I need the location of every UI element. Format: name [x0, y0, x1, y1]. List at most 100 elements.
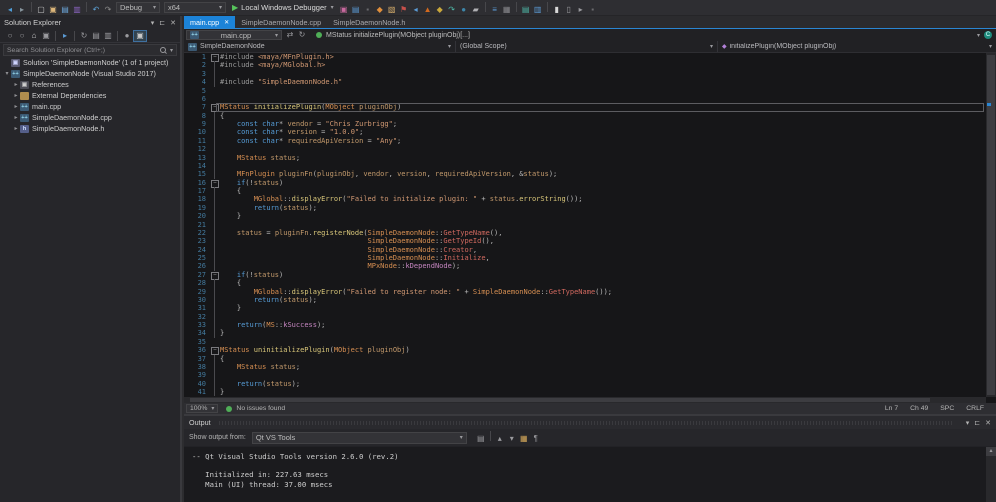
outline-icon[interactable]: ≡ — [489, 5, 501, 15]
tree-item-External Dependencies[interactable]: ▸External Dependencies — [0, 90, 180, 101]
spaces-indicator[interactable]: SPC — [940, 405, 954, 412]
snippet-icon[interactable]: ◆ — [434, 5, 446, 15]
code-line-29[interactable]: 29 MGlobal::displayError("Failed to regi… — [184, 288, 986, 296]
next-message-icon[interactable]: ▾ — [506, 434, 518, 444]
code-line-10[interactable]: 10 const char* version = "1.0.0"; — [184, 128, 986, 136]
expander-icon[interactable]: ▸ — [12, 81, 20, 88]
navigate-backward-icon[interactable]: ◂ — [4, 5, 16, 15]
project-dropdown[interactable]: ++ SimpleDaemonNode ▾ — [184, 41, 456, 52]
compare-icon[interactable]: ▤ — [520, 5, 532, 15]
code-line-22[interactable]: 22 status = pluginFn.registerNode(Simple… — [184, 229, 986, 237]
code-line-26[interactable]: 26 MPxNode::kDependNode); — [184, 262, 986, 270]
pen-icon[interactable]: ▰ — [470, 5, 482, 15]
scroll-up-icon[interactable]: ▴ — [986, 447, 996, 456]
code-line-39[interactable]: 39 — [184, 371, 986, 379]
preview-icon[interactable]: ▤ — [350, 5, 362, 15]
pin-icon[interactable]: ⊏ — [974, 419, 980, 427]
code-line-11[interactable]: 11 const char* requiredApiVersion = "Any… — [184, 137, 986, 145]
tab-main.cpp[interactable]: main.cpp✕ — [184, 16, 235, 28]
previous-message-icon[interactable]: ▴ — [494, 434, 506, 444]
code-line-25[interactable]: 25 SimpleDaemonNode::Initialize, — [184, 254, 986, 262]
output-source-dropdown[interactable]: Qt VS Tools ▾ — [252, 432, 467, 444]
vertical-scrollbar[interactable] — [986, 53, 996, 397]
bookmark-icon[interactable]: ▮ — [551, 5, 563, 15]
tab-SimpleDaemonNode.h[interactable]: SimpleDaemonNode.h — [327, 16, 411, 28]
code-line-30[interactable]: 30 return(status); — [184, 296, 986, 304]
code-editor[interactable]: 1–#include <maya/MFnPlugin.h>2#include <… — [184, 53, 986, 397]
sync-selection-icon[interactable]: ○ — [16, 31, 28, 41]
pause-icon[interactable]: ▯ — [563, 5, 575, 15]
refresh-icon[interactable]: ↻ — [296, 30, 308, 40]
layers-icon[interactable]: ▥ — [532, 5, 544, 15]
output-log[interactable]: -- Qt Visual Studio Tools version 2.6.0 … — [184, 447, 986, 502]
attach-icon[interactable]: ↷ — [446, 5, 458, 15]
navigate-forward-icon[interactable]: ▸ — [16, 5, 28, 15]
home-icon[interactable]: ⌂ — [28, 31, 40, 41]
code-line-9[interactable]: 9 const char* vendor = "Chris Zurbrigg"; — [184, 120, 986, 128]
tab-SimpleDaemonNode.cpp[interactable]: SimpleDaemonNode.cpp — [235, 16, 327, 28]
profiler-icon[interactable]: ◆ — [374, 5, 386, 15]
code-line-16[interactable]: 16– if(!status) — [184, 179, 986, 187]
line-ending-indicator[interactable]: CRLF — [966, 405, 984, 412]
output-scrollbar[interactable]: ▴ — [986, 447, 996, 502]
expander-icon[interactable]: ▸ — [12, 103, 20, 110]
drag-handle[interactable] — [219, 421, 953, 425]
expander-icon[interactable]: ▾ — [3, 70, 11, 77]
sync-icon[interactable]: ⇄ — [284, 30, 296, 40]
more-icon[interactable]: ▪ — [587, 5, 599, 15]
step-icon[interactable]: ▸ — [575, 5, 587, 15]
new-file-icon[interactable]: ▢ — [35, 5, 47, 15]
expander-icon[interactable]: ▸ — [12, 92, 20, 99]
redo-icon[interactable]: ↷ — [102, 5, 114, 15]
refresh-icon[interactable]: ↻ — [78, 31, 90, 41]
code-line-34[interactable]: 34} — [184, 329, 986, 337]
word-wrap-icon[interactable]: ¶ — [530, 434, 542, 444]
switch-views-icon[interactable]: ▣ — [40, 31, 52, 41]
code-line-40[interactable]: 40 return(status); — [184, 380, 986, 388]
solution-platform-dropdown[interactable]: x64 ▾ — [164, 2, 226, 13]
code-line-41[interactable]: 41} — [184, 388, 986, 396]
code-line-4[interactable]: 4#include "SimpleDaemonNode.h" — [184, 78, 986, 86]
save-icon[interactable]: ▤ — [59, 5, 71, 15]
code-line-35[interactable]: 35 — [184, 338, 986, 346]
code-line-33[interactable]: 33 return(MS::kSuccess); — [184, 321, 986, 329]
marker-icon[interactable]: ▲ — [422, 5, 434, 15]
code-line-3[interactable]: 3 — [184, 70, 986, 78]
preview-selected-items-icon[interactable]: ▣ — [133, 30, 147, 42]
expander-icon[interactable]: ▸ — [12, 114, 20, 121]
code-line-5[interactable]: 5 — [184, 87, 986, 95]
open-file-icon[interactable]: ▣ — [47, 5, 59, 15]
code-line-6[interactable]: 6 — [184, 95, 986, 103]
close-icon[interactable]: ✕ — [170, 19, 176, 27]
save-all-icon[interactable]: ▥ — [71, 5, 83, 15]
code-line-14[interactable]: 14 — [184, 162, 986, 170]
message-level-icon[interactable]: ▤ — [475, 434, 487, 444]
code-line-7[interactable]: 7–MStatus initializePlugin(MObject plugi… — [184, 103, 986, 111]
code-line-27[interactable]: 27– if(!status) — [184, 271, 986, 279]
pending-changes-filter-icon[interactable]: ▸ — [59, 31, 71, 41]
code-line-8[interactable]: 8{ — [184, 112, 986, 120]
code-line-36[interactable]: 36–MStatus uninitializePlugin(MObject pl… — [184, 346, 986, 354]
file-dropdown[interactable]: ++ main.cpp ▾ — [186, 30, 282, 40]
code-line-13[interactable]: 13 MStatus status; — [184, 154, 986, 162]
undo-icon[interactable]: ↶ — [90, 5, 102, 15]
code-line-15[interactable]: 15 MFnPlugin pluginFn(pluginObj, vendor,… — [184, 170, 986, 178]
code-line-23[interactable]: 23 SimpleDaemonNode::GetTypeId(), — [184, 237, 986, 245]
collapse-all-icon[interactable]: ○ — [4, 31, 16, 41]
line-indicator[interactable]: Ln 7 — [885, 405, 898, 412]
start-debugging-button[interactable]: ▶ Local Windows Debugger ▾ — [232, 3, 334, 12]
select-icon[interactable]: ◂ — [410, 5, 422, 15]
clear-all-icon[interactable]: ▦ — [518, 434, 530, 444]
round-badge-icon[interactable]: C — [984, 31, 992, 39]
solution-node[interactable]: ▣ Solution 'SimpleDaemonNode' (1 of 1 pr… — [0, 57, 180, 68]
tree-item-SimpleDaemonNode.cpp[interactable]: ▸++SimpleDaemonNode.cpp — [0, 112, 180, 123]
member-dropdown[interactable]: ◆ initializePlugin(MObject pluginObj) ▾ — [718, 41, 996, 52]
code-line-19[interactable]: 19 return(status); — [184, 204, 986, 212]
code-line-18[interactable]: 18 MGlobal::displayError("Failed to init… — [184, 195, 986, 203]
pin-icon[interactable]: ⊏ — [159, 19, 165, 27]
code-line-2[interactable]: 2#include <maya/MGlobal.h> — [184, 61, 986, 69]
grid-icon[interactable]: ▦ — [501, 5, 513, 15]
close-tab-icon[interactable]: ✕ — [224, 19, 229, 26]
project-node[interactable]: ▾ ++ SimpleDaemonNode (Visual Studio 201… — [0, 68, 180, 79]
tree-item-SimpleDaemonNode.h[interactable]: ▸hSimpleDaemonNode.h — [0, 123, 180, 134]
